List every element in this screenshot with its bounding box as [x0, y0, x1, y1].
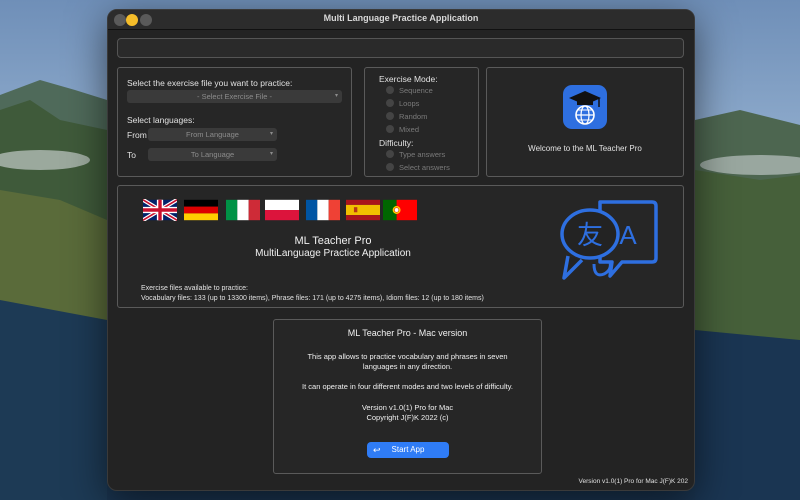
svg-text:A: A: [619, 220, 637, 250]
mode-radio-sequence[interactable]: Sequence: [386, 86, 433, 95]
radio-icon: [386, 112, 394, 120]
mode-label: Mixed: [399, 125, 420, 134]
files-detail: Vocabulary files: 133 (up to 13300 items…: [141, 295, 484, 302]
svg-text:友: 友: [577, 221, 603, 251]
radio-icon: [386, 99, 394, 107]
exercise-selection-panel: Select the exercise file you want to pra…: [117, 67, 352, 177]
to-language-select-value: To Language: [190, 150, 235, 159]
graduation-cap-globe-icon: [563, 85, 607, 129]
chevron-down-icon: ▾: [334, 93, 338, 99]
poland-flag-icon: [265, 199, 299, 221]
portugal-flag-icon: [383, 199, 417, 221]
spain-flag-icon: [346, 199, 380, 221]
welcome-panel: Welcome to the ML Teacher Pro: [486, 67, 684, 177]
translate-speech-bubbles-icon: A 友: [560, 200, 658, 280]
chevron-down-icon: ▾: [269, 131, 273, 137]
exercise-mode-label: Exercise Mode:: [379, 74, 438, 84]
mode-label: Sequence: [399, 86, 433, 95]
exercise-file-prompt: Select the exercise file you want to pra…: [127, 78, 293, 88]
radio-icon: [386, 125, 394, 133]
about-version: Version v1.0(1) Pro for Mac: [361, 403, 454, 412]
uk-flag-icon: [143, 199, 177, 221]
about-description: This app allows to practice vocabulary a…: [307, 352, 508, 371]
start-app-label: Start App: [391, 445, 425, 454]
france-flag-icon: [306, 199, 340, 221]
chevron-down-icon: ▾: [269, 151, 273, 157]
mode-radio-mixed[interactable]: Mixed: [386, 125, 419, 134]
about-modes-text: It can operate in four different modes a…: [302, 382, 513, 391]
exercise-file-select-value: - Select Exercise File -: [196, 92, 273, 101]
app-name: ML Teacher Pro: [294, 235, 372, 247]
mode-label: Random: [399, 112, 428, 121]
exercise-file-select[interactable]: - Select Exercise File - ▾: [127, 90, 342, 103]
radio-icon: [386, 163, 394, 171]
about-heading: ML Teacher Pro - Mac version: [347, 328, 468, 338]
exercise-mode-panel: Exercise Mode: Sequence Loops Random Mix…: [364, 67, 479, 177]
difficulty-radio-select[interactable]: Select answers: [386, 163, 450, 172]
mode-radio-random[interactable]: Random: [386, 112, 427, 121]
welcome-text: Welcome to the ML Teacher Pro: [528, 144, 642, 153]
to-language-select[interactable]: To Language ▾: [148, 148, 277, 161]
difficulty-radio-type[interactable]: Type answers: [386, 150, 445, 159]
about-copyright: Copyright J(F)K 2022 (c): [366, 413, 449, 422]
germany-flag-icon: [184, 199, 218, 221]
start-app-button[interactable]: ↩ Start App: [367, 442, 449, 458]
to-label: To: [127, 150, 136, 160]
difficulty-option-label: Select answers: [399, 163, 450, 172]
window-title: Multi Language Practice Application: [323, 13, 479, 23]
title-bar: Multi Language Practice Application: [108, 10, 694, 30]
mode-radio-loops[interactable]: Loops: [386, 99, 419, 108]
return-arrow-icon: ↩: [373, 445, 381, 455]
status-field: [117, 38, 684, 58]
difficulty-label: Difficulty:: [379, 138, 414, 148]
footer-version: Version v1.0(1) Pro for Mac J(F)K 202: [578, 478, 688, 485]
radio-icon: [386, 86, 394, 94]
radio-icon: [386, 150, 394, 158]
languages-label: Select languages:: [127, 115, 195, 125]
mode-label: Loops: [399, 99, 420, 108]
from-language-select-value: From Language: [186, 130, 239, 139]
italy-flag-icon: [226, 199, 260, 221]
from-language-select[interactable]: From Language ▾: [148, 128, 277, 141]
app-subtitle: MultiLanguage Practice Application: [255, 248, 411, 259]
app-window: Multi Language Practice Application Sele…: [107, 9, 695, 491]
difficulty-option-label: Type answers: [399, 150, 446, 159]
files-heading: Exercise files available to practice:: [141, 285, 248, 292]
from-label: From: [127, 130, 147, 140]
